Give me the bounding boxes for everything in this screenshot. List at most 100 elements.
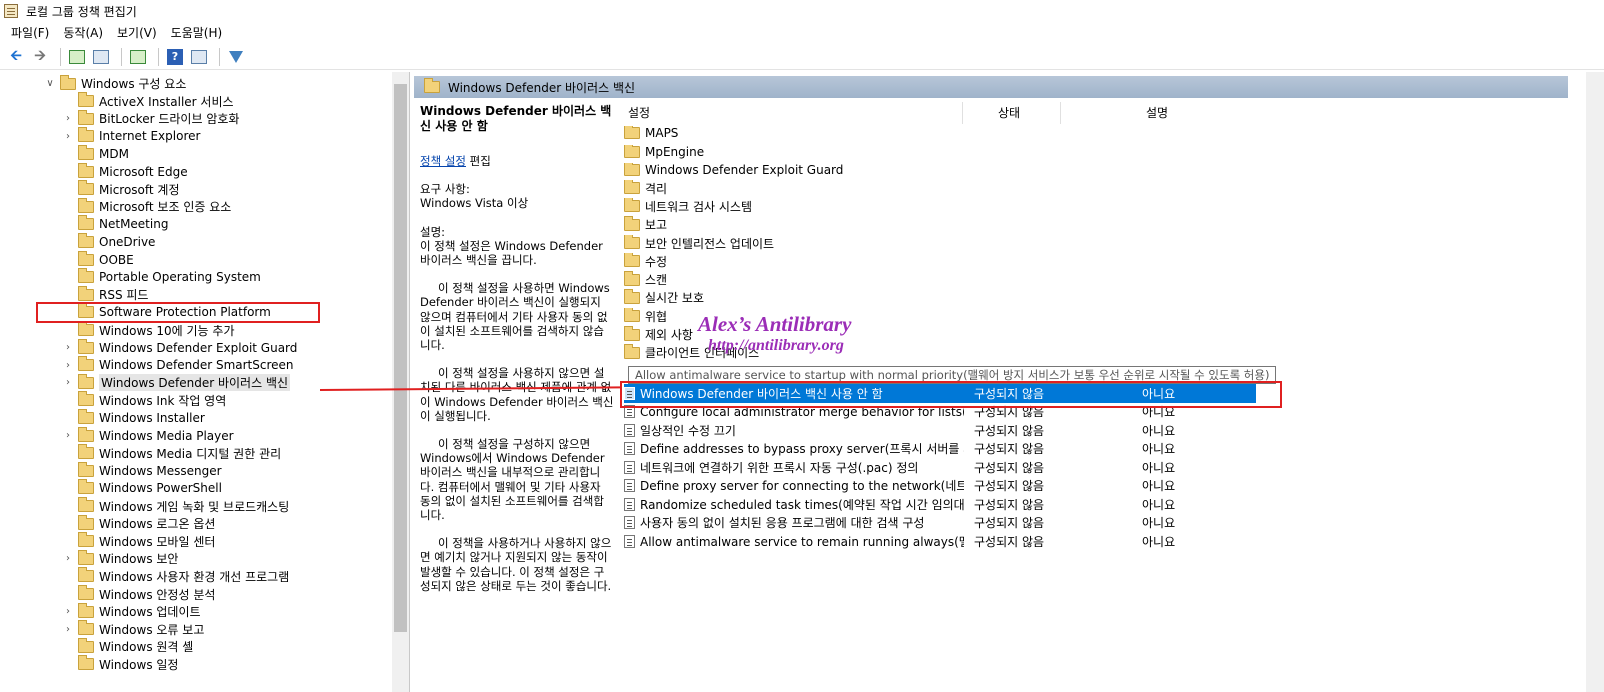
details-scrollbar[interactable]	[1586, 72, 1604, 692]
setting-row[interactable]: Define addresses to bypass proxy server(…	[624, 440, 1568, 459]
tree-item[interactable]: Windows 안정성 분석	[62, 585, 215, 603]
tree-item[interactable]: Microsoft Edge	[62, 162, 188, 181]
tree-item[interactable]: Windows Messenger	[62, 461, 222, 480]
toolbar-separator	[121, 47, 122, 66]
menu-action[interactable]: 동작(A)	[56, 24, 110, 41]
tree-item[interactable]: Windows 로그온 옵션	[62, 514, 215, 533]
column-header-state[interactable]: 상태	[998, 104, 1020, 121]
tree-item[interactable]: Windows 모바일 센터	[62, 532, 216, 551]
tree-item-label: Windows Ink 작업 영역	[99, 393, 227, 408]
chevron-right-icon[interactable]: ›	[62, 131, 74, 142]
up-folder-icon[interactable]	[67, 47, 87, 67]
tree-item[interactable]: Windows 원격 셸	[62, 637, 193, 656]
folder-icon	[78, 391, 94, 407]
tree-scrollbar-thumb[interactable]	[394, 84, 407, 632]
tree-item[interactable]: Microsoft 보조 인증 요소	[62, 197, 231, 216]
column-header-comment[interactable]: 설명	[1146, 104, 1168, 121]
column-header-setting[interactable]: 설정	[628, 104, 650, 121]
menu-view[interactable]: 보기(V)	[110, 24, 164, 41]
tree-item-label: ActiveX Installer 서비스	[99, 94, 234, 109]
tree-item[interactable]: NetMeeting	[62, 215, 168, 234]
setting-row[interactable]: 네트워크에 연결하기 위한 프록시 자동 구성(.pac) 정의 구성되지 않음 아…	[624, 458, 1568, 477]
folder-icon	[624, 252, 640, 268]
subfolder-row[interactable]: 스캔	[624, 270, 1568, 289]
setting-state: 구성되지 않음	[974, 423, 1045, 438]
tree-item[interactable]: › Internet Explorer	[62, 127, 200, 146]
subfolder-row[interactable]: MAPS	[624, 124, 1568, 143]
subfolder-row[interactable]: 실시간 보호	[624, 289, 1568, 308]
tree-item[interactable]: Windows PowerShell	[62, 479, 222, 498]
properties-icon[interactable]	[189, 47, 209, 67]
tree-item[interactable]: › Windows Defender 바이러스 백신	[62, 373, 291, 392]
setting-row[interactable]: Allow antimalware service to remain runn…	[624, 532, 1568, 551]
back-arrow-icon[interactable]: 🡨	[6, 47, 26, 67]
edit-policy-suffix: 편집	[465, 154, 491, 168]
setting-row[interactable]: 일상적인 수정 끄기 구성되지 않음 아니요	[624, 421, 1568, 440]
policy-setting-icon	[624, 460, 635, 474]
forward-arrow-icon[interactable]: 🡪	[30, 47, 50, 67]
folder-icon	[624, 144, 640, 158]
folder-icon	[78, 250, 94, 266]
tree-item[interactable]: MDM	[62, 145, 129, 163]
tree-item[interactable]: › Windows Defender SmartScreen	[62, 356, 294, 375]
tree-item[interactable]: Windows 사용자 환경 개선 프로그램	[62, 567, 289, 586]
tree-item[interactable]: Windows Ink 작업 영역	[62, 391, 227, 410]
tree-item[interactable]: › Windows 오류 보고	[62, 620, 204, 639]
tree-item[interactable]: Windows Installer	[62, 409, 205, 427]
help-icon[interactable]: ?	[165, 47, 185, 67]
tree-item[interactable]: OneDrive	[62, 233, 155, 251]
folder-icon	[78, 92, 94, 108]
tree-item[interactable]: Windows 10에 기능 추가	[62, 321, 234, 339]
tree-item[interactable]: ActiveX Installer 서비스	[62, 92, 234, 111]
setting-row[interactable]: Define proxy server for connecting to th…	[624, 477, 1568, 496]
subfolder-row[interactable]: 네트워크 검사 시스템	[624, 197, 1568, 216]
setting-row[interactable]: 사용자 동의 없이 설치된 응용 프로그램에 대한 검색 구성 구성되지 않음 아니…	[624, 514, 1568, 533]
subfolder-row[interactable]: Windows Defender Exploit Guard	[624, 161, 1568, 180]
chevron-right-icon[interactable]: ›	[62, 377, 74, 388]
chevron-right-icon[interactable]: ›	[62, 606, 74, 617]
tree-item[interactable]: › Windows 보안	[62, 549, 178, 568]
tree-item-label: Windows Defender Exploit Guard	[99, 340, 298, 355]
tree-item[interactable]: Microsoft 계정	[62, 180, 180, 199]
tree-item[interactable]: Windows 일정	[62, 655, 178, 674]
tree-item[interactable]: OOBE	[62, 250, 134, 269]
tree-item[interactable]: › Windows 업데이트	[62, 602, 201, 621]
setting-comment: 아니요	[1142, 479, 1176, 494]
column-divider[interactable]	[1060, 102, 1061, 124]
chevron-right-icon[interactable]: ›	[62, 430, 74, 441]
folder-icon	[78, 127, 94, 143]
subfolder-row[interactable]: 보안 인텔리전스 업데이트	[624, 234, 1568, 253]
chevron-right-icon[interactable]: ›	[62, 553, 74, 564]
tree-item[interactable]: › BitLocker 드라이브 암호화	[62, 109, 239, 128]
edit-policy-link[interactable]: 정책 설정	[420, 154, 466, 168]
tree-item[interactable]: RSS 피드	[62, 285, 148, 304]
tree-item[interactable]: › Windows Defender Exploit Guard	[62, 338, 298, 357]
policy-setting-icon	[624, 497, 635, 511]
chevron-down-icon[interactable]: ∨	[44, 78, 56, 89]
export-list-icon[interactable]	[128, 47, 148, 67]
menu-file[interactable]: 파일(F)	[4, 24, 56, 41]
show-hide-tree-icon[interactable]	[91, 47, 111, 67]
subfolder-name-cell: 수정	[624, 252, 964, 270]
column-divider[interactable]	[962, 102, 963, 124]
folder-icon	[78, 637, 94, 653]
setting-row[interactable]: Randomize scheduled task times(예약된 작업 시간…	[624, 495, 1568, 514]
chevron-right-icon[interactable]: ›	[62, 624, 74, 635]
tree-scrollbar[interactable]	[392, 72, 409, 692]
tree-item-label: Windows 모바일 센터	[99, 534, 216, 549]
chevron-right-icon[interactable]: ›	[62, 113, 74, 124]
subfolder-row[interactable]: 격리	[624, 179, 1568, 198]
filter-icon[interactable]	[226, 47, 246, 67]
subfolder-label: 제외 사항	[645, 328, 693, 343]
menu-help[interactable]: 도움말(H)	[164, 24, 230, 41]
chevron-right-icon[interactable]: ›	[62, 342, 74, 353]
subfolder-row[interactable]: MpEngine	[624, 142, 1568, 161]
tree-item[interactable]: Portable Operating System	[62, 268, 261, 287]
subfolder-row[interactable]: 수정	[624, 252, 1568, 271]
tree-item-windows-components[interactable]: ∨ Windows 구성 요소	[44, 74, 186, 93]
tree-item[interactable]: Windows 게임 녹화 및 브로드캐스팅	[62, 497, 289, 515]
tree-item[interactable]: › Windows Media Player	[62, 426, 234, 445]
chevron-right-icon[interactable]: ›	[62, 360, 74, 371]
tree-item[interactable]: Windows Media 디지털 권한 관리	[62, 444, 281, 463]
subfolder-row[interactable]: 보고	[624, 216, 1568, 235]
